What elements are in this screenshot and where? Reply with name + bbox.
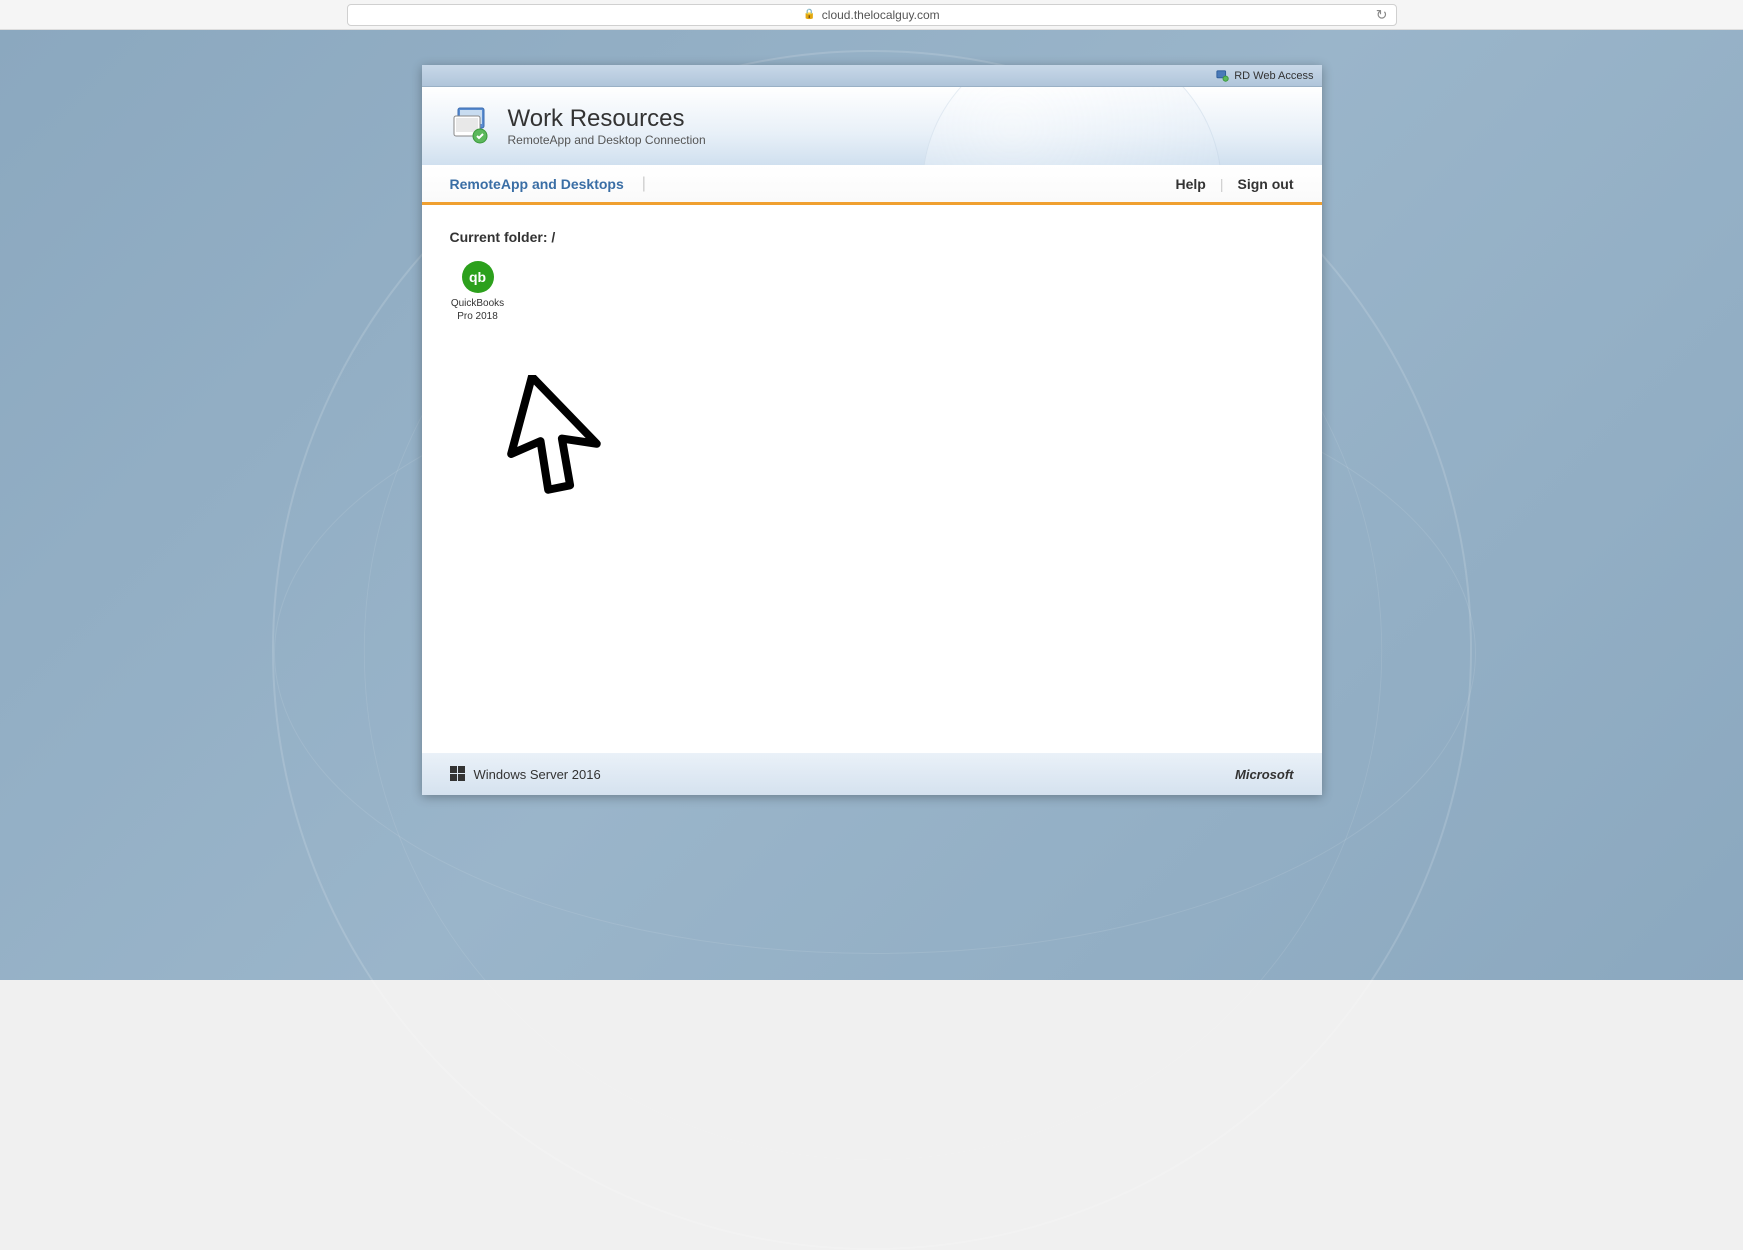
- topbar-label: RD Web Access: [1234, 70, 1313, 82]
- nav-left: RemoteApp and Desktops |: [450, 175, 646, 193]
- app-quickbooks[interactable]: qb QuickBooks Pro 2018: [450, 261, 506, 323]
- server-label: Windows Server 2016: [474, 767, 601, 782]
- header-text: Work Resources RemoteApp and Desktop Con…: [508, 105, 706, 147]
- panel-footer: Windows Server 2016 Microsoft: [422, 753, 1322, 795]
- microsoft-brand: Microsoft: [1235, 767, 1294, 782]
- header-globe-decoration: [922, 87, 1222, 165]
- rdweb-icon: [1216, 69, 1230, 83]
- windows-logo-icon: [450, 766, 466, 782]
- nav-divider: |: [642, 175, 646, 193]
- refresh-icon[interactable]: ↻: [1376, 6, 1388, 23]
- nav-right: Help | Sign out: [1176, 176, 1294, 192]
- help-link[interactable]: Help: [1176, 176, 1206, 192]
- nav-divider: |: [1220, 176, 1224, 192]
- page-background: RD Web Access Work Resources RemoteApp a…: [0, 30, 1743, 980]
- app-label: QuickBooks Pro 2018: [450, 297, 506, 323]
- address-bar[interactable]: 🔒 cloud.thelocalguy.com ↻: [347, 4, 1397, 26]
- current-folder-label: Current folder: /: [450, 229, 1294, 245]
- url-text: cloud.thelocalguy.com: [822, 8, 940, 22]
- signout-link[interactable]: Sign out: [1238, 176, 1294, 192]
- work-resources-icon: [450, 102, 498, 150]
- browser-toolbar: 🔒 cloud.thelocalguy.com ↻: [0, 0, 1743, 30]
- footer-left: Windows Server 2016: [450, 766, 601, 782]
- page-title: Work Resources: [508, 105, 706, 133]
- panel-body: Current folder: / qb QuickBooks Pro 2018: [422, 205, 1322, 753]
- page-subtitle: RemoteApp and Desktop Connection: [508, 133, 706, 147]
- lock-icon: 🔒: [803, 9, 815, 20]
- quickbooks-icon: qb: [462, 261, 494, 293]
- panel-topbar: RD Web Access: [422, 65, 1322, 87]
- rdweb-panel: RD Web Access Work Resources RemoteApp a…: [422, 65, 1322, 795]
- panel-nav: RemoteApp and Desktops | Help | Sign out: [422, 165, 1322, 205]
- tab-remoteapp-desktops[interactable]: RemoteApp and Desktops: [450, 176, 624, 192]
- panel-header: Work Resources RemoteApp and Desktop Con…: [422, 87, 1322, 165]
